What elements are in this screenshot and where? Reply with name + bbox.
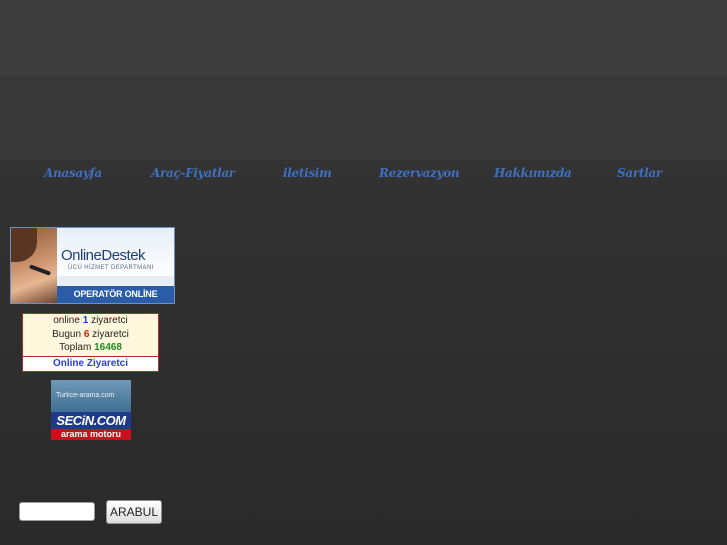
header-band-lower <box>0 75 727 160</box>
support-subtitle: ÜCÜ HİZMET DEPARTMANI <box>68 265 154 271</box>
main-navigation: Anasayfa Araç-Fiyatlar iletisim Rezervaz… <box>0 166 727 184</box>
nav-item-anasayfa[interactable]: Anasayfa <box>44 166 102 180</box>
visitor-counter: online 1 ziyaretci Bugun 6 ziyaretci Top… <box>22 313 159 357</box>
counter-today-row: Bugun 6 ziyaretci <box>52 328 129 340</box>
support-title: OnlineDestek <box>61 247 146 264</box>
nav-item-rezervazyon[interactable]: Rezervazyon <box>379 166 460 180</box>
nav-item-sartlar[interactable]: Sartlar <box>617 166 662 180</box>
secin-logo: SECiN.COM <box>51 412 131 429</box>
header-band <box>0 0 727 75</box>
secin-search-banner[interactable]: Turkce-arama.com SECiN.COM arama motoru <box>51 380 131 440</box>
online-count: 1 <box>82 315 89 326</box>
search-button[interactable]: ARABUL <box>106 500 162 524</box>
online-visitors-link[interactable]: Online Ziyaretci <box>22 356 159 372</box>
nav-item-arac-fiyatlar[interactable]: Araç-Fiyatlar <box>151 166 235 180</box>
total-count: 16468 <box>94 342 122 354</box>
today-count: 6 <box>83 328 90 340</box>
counter-total-row: Toplam 16468 <box>59 342 122 354</box>
nav-item-hakkimizda[interactable]: Hakkımızda <box>494 166 572 180</box>
secin-tagline: arama motoru <box>51 429 131 440</box>
counter-online-row: online 1 ziyaretci <box>53 315 128 326</box>
operator-status: OPERATÖR ONLİNE <box>57 286 174 303</box>
secin-url: Turkce-arama.com <box>56 392 115 399</box>
search-input[interactable] <box>19 502 95 521</box>
online-support-banner[interactable]: OnlineDestek ÜCÜ HİZMET DEPARTMANI OPERA… <box>10 227 175 304</box>
nav-item-iletisim[interactable]: iletisim <box>283 166 332 180</box>
